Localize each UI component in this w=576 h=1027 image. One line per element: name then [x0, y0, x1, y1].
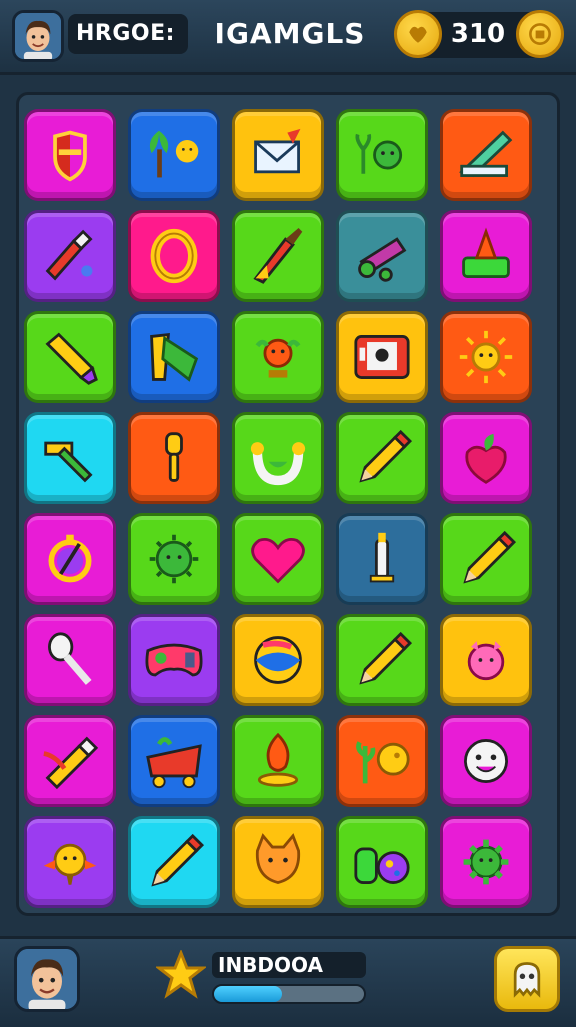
strawberry-icon: [465, 433, 507, 484]
board-tile[interactable]: [24, 513, 116, 605]
board-tile[interactable]: [336, 513, 428, 605]
crayon-icon: [43, 736, 99, 790]
board-tile[interactable]: [232, 816, 324, 908]
board-tile[interactable]: [336, 715, 428, 807]
ring-icon: [150, 228, 198, 284]
moon-plant-icon: [356, 741, 410, 784]
board-tile[interactable]: [128, 311, 220, 403]
ghost-button[interactable]: [494, 946, 560, 1012]
board-tile[interactable]: [24, 614, 116, 706]
potion-icon: [354, 847, 410, 884]
marker-icon: [45, 332, 98, 385]
board-tile[interactable]: [336, 816, 428, 908]
compass-icon: [48, 534, 92, 583]
pencil-icon: [359, 429, 413, 483]
gamepad-icon: [145, 643, 203, 677]
board-tile[interactable]: [232, 715, 324, 807]
shield-icon: [53, 130, 87, 182]
pencil-icon: [151, 833, 205, 887]
board-tile[interactable]: [440, 311, 532, 403]
bottom-bar: [0, 936, 576, 1027]
envelope-icon: [254, 128, 301, 174]
microphone-icon: [165, 432, 183, 482]
board-tile[interactable]: [336, 614, 428, 706]
picture-icon: [354, 335, 410, 379]
heart-icon: [251, 537, 305, 584]
board-tile[interactable]: [24, 715, 116, 807]
creature-icon: [255, 338, 301, 378]
board-tile[interactable]: [440, 816, 532, 908]
cone-icon: [462, 227, 510, 278]
avatar-face-icon: [15, 13, 61, 59]
board-tile[interactable]: [24, 311, 116, 403]
board-tile[interactable]: [232, 210, 324, 302]
board-tile[interactable]: [24, 109, 116, 201]
horseshoe-icon: [250, 442, 306, 486]
pencil-icon: [463, 530, 517, 584]
level-label: INBDOOA: [212, 952, 366, 978]
star-icon: [156, 950, 206, 999]
game-board: [16, 92, 560, 916]
gear-creature-icon: [463, 839, 509, 885]
flame-icon: [257, 732, 299, 787]
paint-tube-icon: [45, 229, 93, 281]
player-avatar[interactable]: [12, 10, 64, 62]
level-progress-fill: [214, 986, 282, 1002]
bird-icon: [43, 843, 97, 885]
avatar-face-icon: [17, 949, 77, 1009]
board-tile[interactable]: [232, 412, 324, 504]
ruler-icon: [459, 130, 513, 178]
board-tile[interactable]: [232, 614, 324, 706]
coin-icon: [394, 10, 442, 58]
board-tile[interactable]: [128, 816, 220, 908]
board-tile[interactable]: [336, 210, 428, 302]
board-tile[interactable]: [336, 412, 428, 504]
wrench-icon: [358, 237, 407, 282]
cart-icon: [146, 737, 202, 789]
board-tile[interactable]: [128, 109, 220, 201]
board-tile[interactable]: [440, 614, 532, 706]
coin-value: 310: [450, 19, 506, 49]
board-tile[interactable]: [440, 513, 532, 605]
board-tile[interactable]: [24, 412, 116, 504]
board-tile[interactable]: [440, 715, 532, 807]
fox-icon: [255, 833, 301, 885]
virus-icon: [149, 534, 199, 584]
board-tile[interactable]: [440, 210, 532, 302]
broom-icon: [150, 332, 199, 382]
board-tile[interactable]: [128, 715, 220, 807]
board-tile[interactable]: [128, 513, 220, 605]
sun-icon: [459, 330, 513, 384]
board-tile[interactable]: [232, 109, 324, 201]
tree-sun-icon: [149, 130, 199, 178]
brush-icon: [253, 227, 303, 284]
smiley-icon: [464, 739, 508, 783]
board-tile[interactable]: [440, 412, 532, 504]
game-title: IGAMGLS: [214, 17, 366, 50]
player-name: HRGOE:: [68, 14, 188, 54]
board-tile[interactable]: [128, 210, 220, 302]
profile-avatar[interactable]: [14, 946, 80, 1012]
hammer-icon: [44, 441, 93, 483]
shop-coin-icon[interactable]: [516, 10, 564, 58]
board-tile[interactable]: [24, 210, 116, 302]
board-tile[interactable]: [336, 109, 428, 201]
board-tile[interactable]: [128, 614, 220, 706]
level-progress-bar: [212, 984, 366, 1004]
board-tile[interactable]: [128, 412, 220, 504]
board-tile[interactable]: [232, 311, 324, 403]
candle-icon: [369, 532, 395, 583]
spoon-icon: [48, 632, 92, 685]
board-tile[interactable]: [440, 109, 532, 201]
board-tile[interactable]: [24, 816, 116, 908]
ghost-icon: [513, 962, 541, 998]
ball-icon: [254, 636, 302, 684]
plant-creature-icon: [355, 133, 403, 174]
board-tile[interactable]: [336, 311, 428, 403]
board-tile[interactable]: [232, 513, 324, 605]
pig-icon: [467, 641, 505, 681]
pencil-icon: [359, 631, 413, 685]
top-bar: HRGOE: IGAMGLS 310: [0, 0, 576, 75]
